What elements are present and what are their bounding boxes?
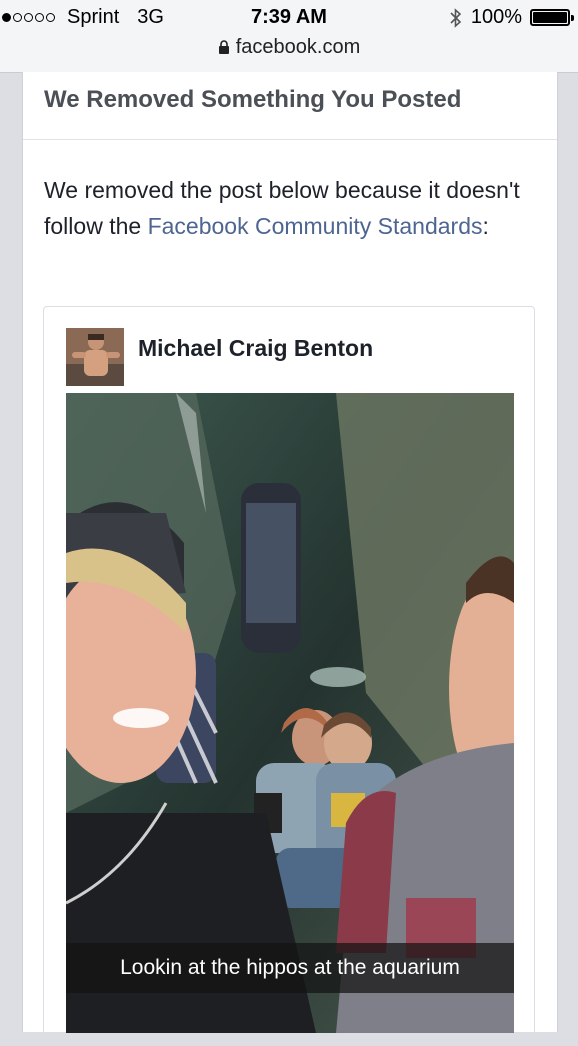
lock-icon (218, 40, 229, 54)
address-bar[interactable]: facebook.com (0, 36, 578, 59)
photo-caption: Lookin at the hippos at the aquarium (66, 943, 514, 993)
url-text: facebook.com (235, 36, 361, 58)
browser-status-bar: Sprint 3G 7:39 AM 100% facebook.com (0, 0, 578, 73)
notice-title: We Removed Something You Posted (23, 72, 557, 140)
message-suffix: : (482, 213, 489, 239)
removed-post-notice: We Removed Something You Posted We remov… (22, 72, 558, 1046)
battery-icon (530, 9, 574, 26)
community-standards-link[interactable]: Facebook Community Standards (148, 213, 483, 239)
bluetooth-icon (450, 7, 462, 28)
post-photo[interactable]: Lookin at the hippos at the aquarium (66, 393, 514, 1033)
post-author-name[interactable]: Michael Craig Benton (138, 335, 373, 362)
battery-level-fill (533, 12, 567, 23)
notice-message: We removed the post below because it doe… (23, 140, 557, 244)
removed-post: Michael Craig Benton Lookin at the hippo… (43, 306, 535, 1046)
battery-percent: 100% (470, 6, 522, 28)
avatar[interactable] (66, 328, 124, 386)
aquarium-selfie-image (66, 393, 514, 1033)
